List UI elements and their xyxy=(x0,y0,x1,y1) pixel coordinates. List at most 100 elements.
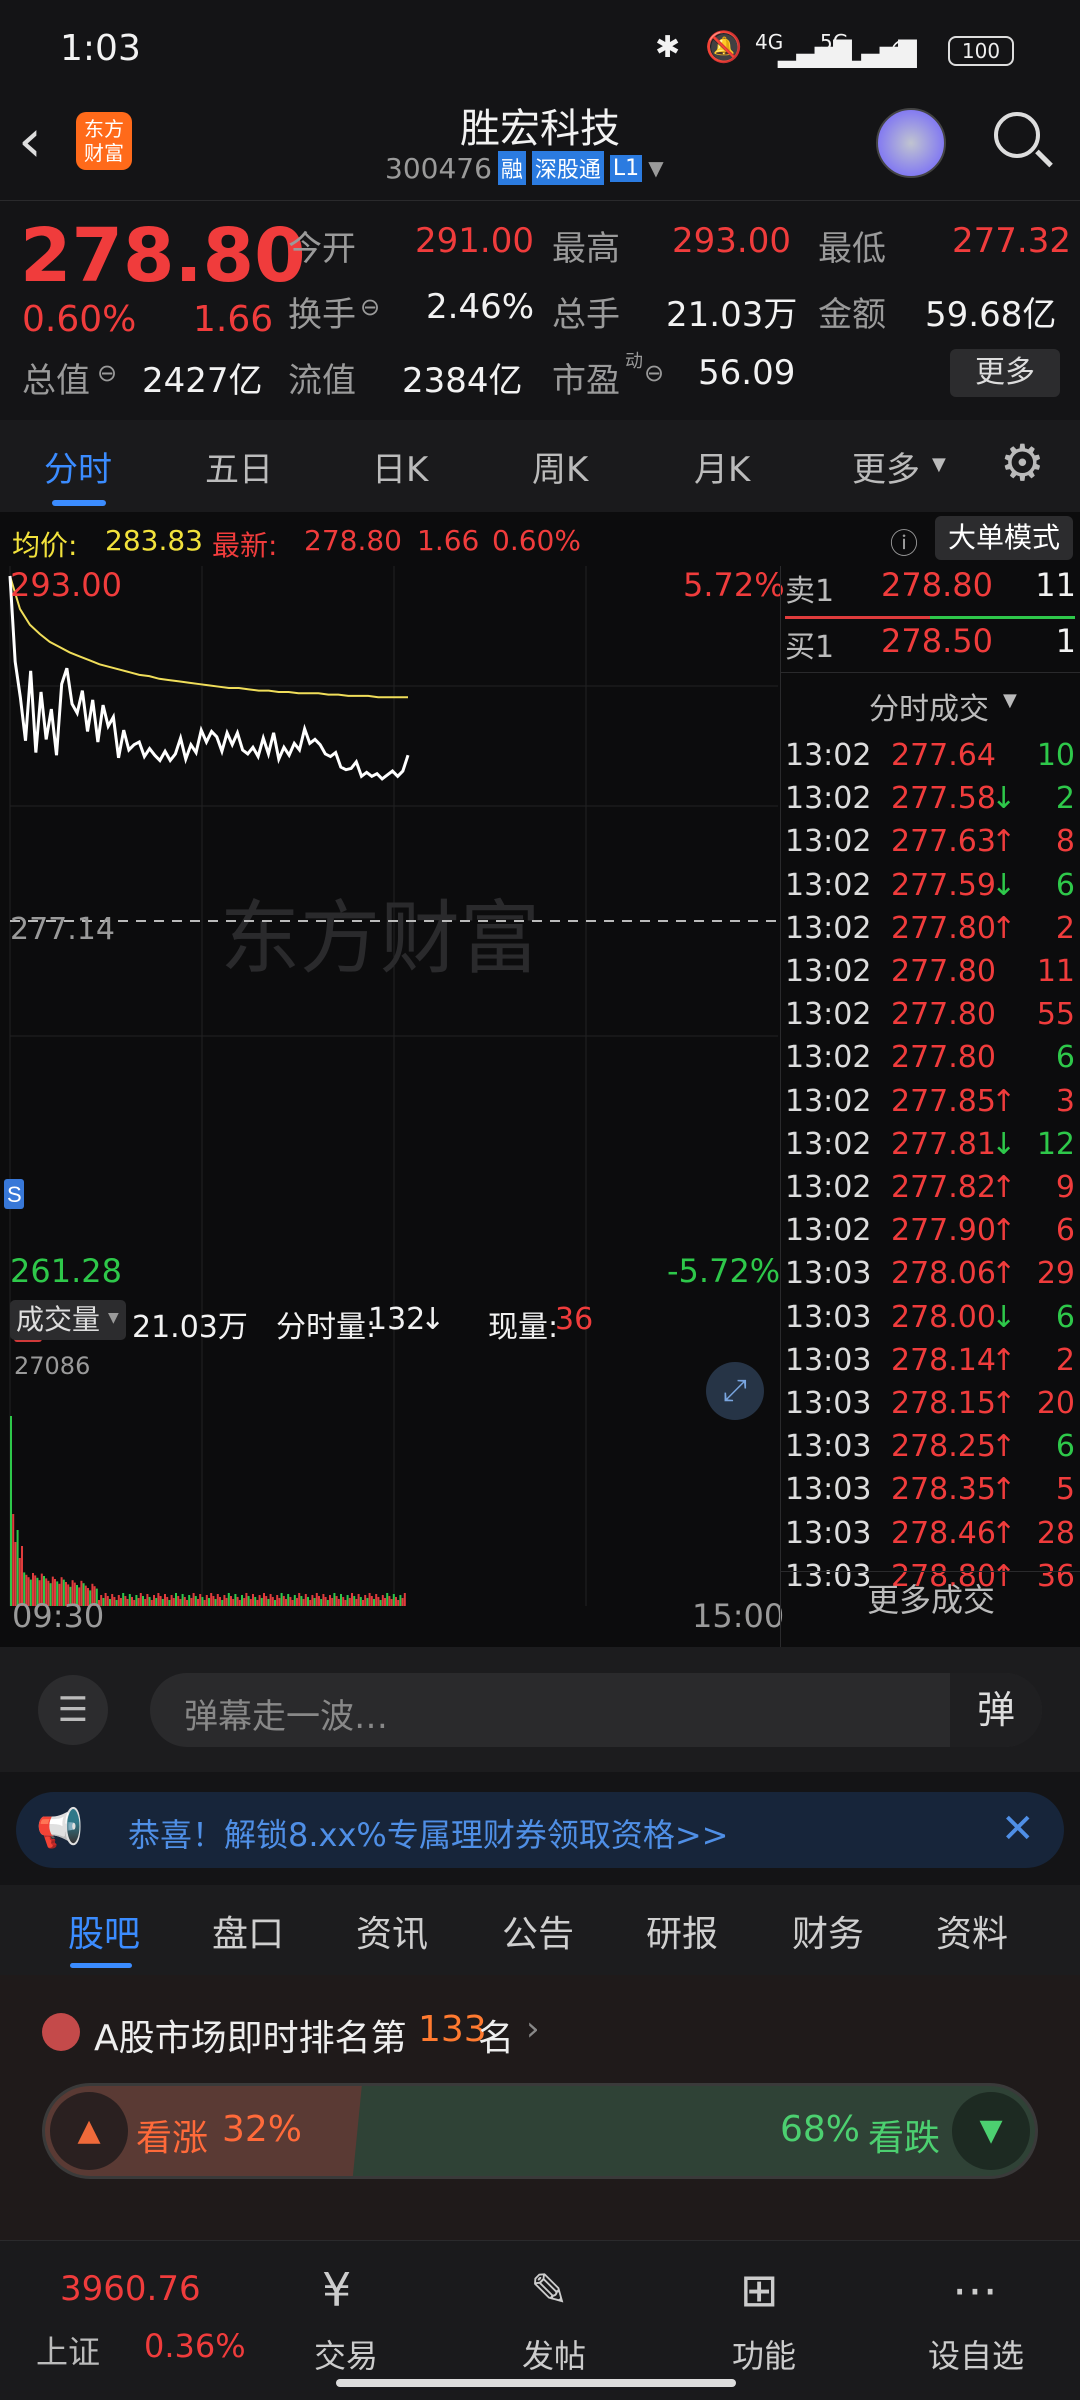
section-tab[interactable]: 资料 xyxy=(936,1905,1008,1957)
section-tab[interactable]: 盘口 xyxy=(212,1905,284,1957)
avg-value: 283.83 xyxy=(105,524,203,557)
trade-time: 13:03 xyxy=(785,1515,872,1551)
index-value[interactable]: 3960.76 xyxy=(60,2269,201,2309)
nav-watchlist[interactable]: 设自选 xyxy=(928,2331,1024,2377)
tab-intraday[interactable]: 分时 xyxy=(44,442,112,491)
trade-volume: 2 xyxy=(1055,1342,1075,1378)
bull-button-icon[interactable]: ▲ xyxy=(50,2092,128,2170)
nav-post[interactable]: 发帖 xyxy=(522,2331,586,2377)
more-button[interactable]: 更多 xyxy=(950,349,1060,397)
bottom-nav: 3960.76 上证 0.36% ¥ 交易 ✎ 发帖 ⊞ 功能 ⋯ 设自选 xyxy=(0,2240,1080,2400)
nav-function[interactable]: 功能 xyxy=(732,2331,796,2377)
volume-bar xyxy=(128,1594,131,1606)
pe-label: 市盈 xyxy=(552,361,620,401)
tab-5day[interactable]: 五日 xyxy=(205,442,273,491)
bull-pct: 32% xyxy=(222,2109,303,2150)
volume-bar xyxy=(258,1595,261,1606)
volume-bar xyxy=(234,1594,237,1606)
trade-volume: 11 xyxy=(1036,954,1075,989)
search-icon[interactable] xyxy=(994,112,1040,158)
volume-bar xyxy=(280,1593,283,1606)
chart-grid xyxy=(9,566,778,1606)
volume-bar xyxy=(150,1600,153,1606)
rank-prefix[interactable]: A股市场即时排名第 xyxy=(94,2009,407,2061)
promo-banner[interactable]: 📢 恭喜！解锁8.xx%专属理财券领取资格>> ✕ xyxy=(16,1792,1064,1868)
trade-volume: 6 xyxy=(1055,1213,1075,1249)
rank-number: 133 xyxy=(418,2009,487,2050)
more-icon[interactable]: ⋯ xyxy=(952,2263,998,2317)
danmu-settings-icon[interactable]: ☰ xyxy=(38,1675,108,1745)
section-tab[interactable]: 财务 xyxy=(792,1905,864,1957)
volume-bar xyxy=(210,1593,213,1606)
minute-vol-label: 分时量: xyxy=(276,1310,377,1345)
info-icon-2[interactable]: ⊖ xyxy=(360,293,380,321)
amount-value: 59.68亿 xyxy=(925,295,1057,335)
volume-bar xyxy=(392,1594,395,1606)
down-arrow-icon: ↓ xyxy=(420,1302,446,1337)
section-tab[interactable]: 资讯 xyxy=(356,1905,428,1957)
chevron-down-icon[interactable]: ▼ xyxy=(648,156,663,180)
info-icon-3[interactable]: ⊖ xyxy=(644,359,664,387)
volume-bar xyxy=(278,1598,281,1606)
expand-icon[interactable]: ⤢ xyxy=(706,1362,764,1420)
section-tab[interactable]: 股吧 xyxy=(68,1905,140,1957)
trade-volume: 8 xyxy=(1055,824,1075,860)
watermark: 东方财富 xyxy=(220,894,540,983)
trade-time: 13:02 xyxy=(785,910,872,946)
volume-bar xyxy=(216,1594,219,1606)
trade-row: 13:02 277.90 ↑ 6 xyxy=(781,1213,1079,1256)
nav-trade[interactable]: 交易 xyxy=(314,2331,378,2377)
trade-row: 13:02 277.59 ↓ 6 xyxy=(781,868,1079,911)
volume-bar xyxy=(315,1593,318,1606)
trade-time: 13:02 xyxy=(785,1040,872,1076)
volume-bar xyxy=(223,1595,226,1606)
more-trades-button[interactable]: 更多成交 xyxy=(781,1571,1080,1627)
volume-bar xyxy=(276,1595,279,1606)
tab-more[interactable]: 更多 xyxy=(852,442,920,491)
tab-monthly[interactable]: 月K xyxy=(694,442,750,491)
volume-bar xyxy=(146,1594,149,1606)
post-icon[interactable]: ✎ xyxy=(530,2263,569,2317)
close-icon[interactable]: ✕ xyxy=(1001,1806,1035,1852)
volume-bar xyxy=(131,1597,133,1606)
volume-bar xyxy=(201,1597,204,1606)
trade-price: 278.46 xyxy=(891,1515,996,1551)
chevron-right-icon[interactable]: › xyxy=(526,2009,540,2049)
trade-icon[interactable]: ¥ xyxy=(322,2263,351,2317)
rank-suffix: 名 xyxy=(478,2018,515,2059)
danmu-send-button[interactable]: 弹 xyxy=(950,1673,1042,1747)
bear-button-icon[interactable]: ▼ xyxy=(952,2092,1030,2170)
big-order-mode-button[interactable]: 大单模式 xyxy=(935,516,1073,560)
chevron-down-icon: ▼ xyxy=(1003,690,1017,711)
danmu-input[interactable]: 弹幕走一波… 弹 xyxy=(150,1673,1042,1747)
section-tab[interactable]: 公告 xyxy=(502,1905,574,1957)
tab-daily[interactable]: 日K xyxy=(372,442,428,491)
gear-icon[interactable]: ⚙ xyxy=(1000,434,1045,492)
volume-bar xyxy=(115,1600,118,1606)
trade-time: 13:02 xyxy=(785,824,872,860)
trade-row: 13:02 277.81 ↓ 12 xyxy=(781,1127,1079,1170)
trades-title[interactable]: 分时成交 xyxy=(869,684,989,728)
tab-weekly[interactable]: 周K xyxy=(532,442,588,491)
trade-time: 13:02 xyxy=(785,1170,872,1205)
help-icon[interactable]: ⓘ xyxy=(890,522,918,562)
volume-bar xyxy=(289,1597,292,1606)
prev-close-label: 277.14 xyxy=(10,912,115,947)
volume-bar xyxy=(353,1596,356,1606)
section-tab-indicator xyxy=(70,1963,132,1968)
volume-bar xyxy=(399,1595,402,1606)
robot-assistant-icon[interactable] xyxy=(876,108,946,178)
volume-bar xyxy=(267,1599,270,1606)
trade-price: 278.00 xyxy=(891,1299,996,1335)
section-tab[interactable]: 研报 xyxy=(646,1905,718,1957)
trade-row: 13:03 278.00 ↓ 6 xyxy=(781,1300,1079,1343)
grid-icon[interactable]: ⊞ xyxy=(740,2263,779,2317)
volume-bar xyxy=(348,1598,351,1606)
trade-price: 278.15 xyxy=(891,1386,996,1421)
trade-price: 277.80 xyxy=(891,954,996,989)
trade-row: 13:02 277.85 ↑ 3 xyxy=(781,1084,1079,1127)
home-indicator xyxy=(336,2379,736,2387)
info-icon[interactable]: ⊖ xyxy=(97,359,117,387)
trade-price: 278.14 xyxy=(891,1342,996,1378)
trade-arrow-icon: ↑ xyxy=(991,1256,1017,1292)
